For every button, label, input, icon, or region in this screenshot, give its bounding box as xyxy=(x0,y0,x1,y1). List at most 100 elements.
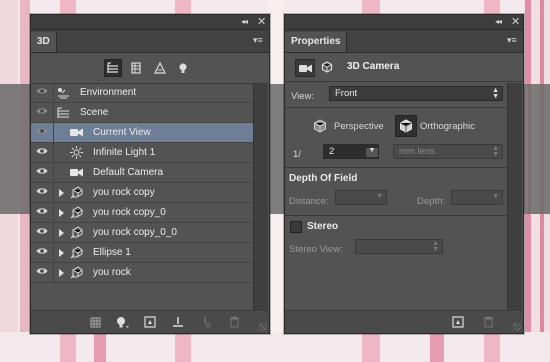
add-light-button[interactable] xyxy=(115,315,129,329)
delete-light-button[interactable] xyxy=(199,315,213,329)
stereo-label[interactable]: Stereo xyxy=(307,221,338,232)
expand-triangle-icon[interactable] xyxy=(59,268,64,277)
depth-input[interactable]: ▼ xyxy=(451,190,503,205)
light-minus-icon xyxy=(204,317,211,328)
layer-label: Ellipse 1 xyxy=(93,247,131,258)
panel-tab-row: Properties ▾≡ xyxy=(285,30,523,53)
expand-triangle-icon[interactable] xyxy=(59,188,64,197)
view-select[interactable]: Front ▲ ▼ xyxy=(329,86,503,101)
whole-scene-filter-button[interactable] xyxy=(104,59,122,77)
orthographic-label[interactable]: Orthographic xyxy=(420,121,475,132)
layer-row[interactable]: Ellipse 1 xyxy=(31,243,253,263)
eye-icon xyxy=(36,127,48,138)
orthographic-button[interactable] xyxy=(395,115,417,137)
expand-triangle-icon[interactable] xyxy=(59,208,64,217)
visibility-toggle[interactable] xyxy=(31,223,54,242)
tab-3d[interactable]: 3D xyxy=(31,32,57,52)
layer-row[interactable]: you rock copy xyxy=(31,183,253,203)
depth-of-field-heading: Depth Of Field xyxy=(289,173,358,184)
materials-filter-button[interactable] xyxy=(151,59,169,77)
layer-row[interactable]: you rock copy_0 xyxy=(31,203,253,223)
mesh-grid-icon xyxy=(90,317,100,327)
coordinates-button[interactable] xyxy=(321,61,333,76)
meshes-filter-button[interactable] xyxy=(127,59,145,77)
layer-label: you rock copy_0_0 xyxy=(93,227,177,238)
camera-view-button[interactable] xyxy=(295,59,315,77)
zoom-factor-input[interactable]: 2 ▼ xyxy=(323,144,379,159)
trash-icon xyxy=(229,316,239,328)
mesh-icon xyxy=(69,246,83,259)
eye-icon xyxy=(36,187,48,198)
perspective-button[interactable] xyxy=(313,119,327,136)
properties-scrollbar[interactable] xyxy=(507,83,522,311)
tab-properties[interactable]: Properties xyxy=(285,32,348,52)
stepper-arrows-icon: ▲ ▼ xyxy=(492,87,499,100)
drop-to-ground-button[interactable] xyxy=(171,315,185,329)
cube-coordinates-icon xyxy=(321,61,333,73)
collapse-icon[interactable]: ◂◂ xyxy=(495,17,502,26)
layer-row[interactable]: you rock copy_0_0 xyxy=(31,223,253,243)
scene-icon xyxy=(56,106,70,119)
delete-button[interactable] xyxy=(227,315,241,329)
close-icon[interactable]: ✕ xyxy=(511,15,520,28)
render-button[interactable] xyxy=(143,315,157,329)
layer-list: Environment Scene Current View Infinite Lig… xyxy=(31,83,253,283)
mesh-icon xyxy=(69,226,83,239)
layer-row[interactable]: you rock xyxy=(31,263,253,283)
resize-grip[interactable] xyxy=(513,323,521,331)
distance-label: Distance: xyxy=(289,196,329,207)
dropdown-arrow-icon: ▼ xyxy=(492,193,499,200)
visibility-toggle[interactable] xyxy=(31,123,54,142)
stereo-view-select[interactable]: ▲ ▼ xyxy=(355,239,443,254)
lights-filter-button[interactable] xyxy=(174,59,192,77)
trash-icon xyxy=(483,316,493,328)
lights-icon xyxy=(179,63,187,73)
stereo-checkbox[interactable] xyxy=(290,221,302,233)
layer-label: Current View xyxy=(93,127,151,138)
layer-list-scrollbar[interactable] xyxy=(253,83,268,316)
visibility-toggle[interactable] xyxy=(31,243,54,262)
view-label: View: xyxy=(291,91,315,102)
filter-toolbar xyxy=(31,53,269,84)
panel-menu-icon[interactable]: ▾≡ xyxy=(253,35,263,46)
new-mesh-button[interactable] xyxy=(88,315,102,329)
distance-input[interactable]: ▼ xyxy=(335,190,387,205)
properties-bottom-toolbar xyxy=(285,310,523,333)
visibility-toggle[interactable] xyxy=(31,183,54,202)
layer-row[interactable]: Environment xyxy=(31,83,253,103)
infinite-light-icon xyxy=(69,146,83,159)
expand-triangle-icon[interactable] xyxy=(59,248,64,257)
visibility-toggle[interactable] xyxy=(31,163,54,182)
visibility-toggle[interactable] xyxy=(31,83,54,102)
layer-row[interactable]: Default Camera xyxy=(31,163,253,183)
3d-panel: ◂◂ ✕ 3D ▾≡ Environment Scene Current Vie… xyxy=(30,14,270,334)
panel-menu-icon[interactable]: ▾≡ xyxy=(507,35,517,46)
layer-row[interactable]: Scene xyxy=(31,103,253,123)
layer-label: Infinite Light 1 xyxy=(93,147,156,158)
visibility-toggle[interactable] xyxy=(31,103,54,122)
eye-icon xyxy=(36,147,48,158)
dropdown-arrow-icon: ▼ xyxy=(366,147,378,157)
visibility-toggle[interactable] xyxy=(31,263,54,282)
expand-triangle-icon[interactable] xyxy=(59,228,64,237)
stepper-arrows-icon: ▲ ▼ xyxy=(492,145,499,158)
delete-button[interactable] xyxy=(481,315,495,329)
visibility-toggle[interactable] xyxy=(31,143,54,162)
perspective-label[interactable]: Perspective xyxy=(334,121,384,132)
view-select-value: Front xyxy=(335,88,358,99)
camera-icon xyxy=(69,167,83,179)
render-button[interactable] xyxy=(451,315,465,329)
visibility-toggle[interactable] xyxy=(31,203,54,222)
layer-row[interactable]: Current View xyxy=(31,123,253,143)
eye-icon xyxy=(36,167,48,178)
zoom-factor-value: 2 xyxy=(329,146,335,157)
resize-grip[interactable] xyxy=(259,323,267,331)
stepper-arrows-icon: ▲ ▼ xyxy=(432,240,439,253)
lens-unit-select[interactable]: mm lens ▲ ▼ xyxy=(393,144,503,159)
close-icon[interactable]: ✕ xyxy=(257,15,266,28)
collapse-icon[interactable]: ◂◂ xyxy=(241,17,248,26)
meshes-icon xyxy=(131,62,141,74)
layer-label: Scene xyxy=(80,107,109,118)
depth-label: Depth: xyxy=(417,196,445,207)
layer-row[interactable]: Infinite Light 1 xyxy=(31,143,253,163)
